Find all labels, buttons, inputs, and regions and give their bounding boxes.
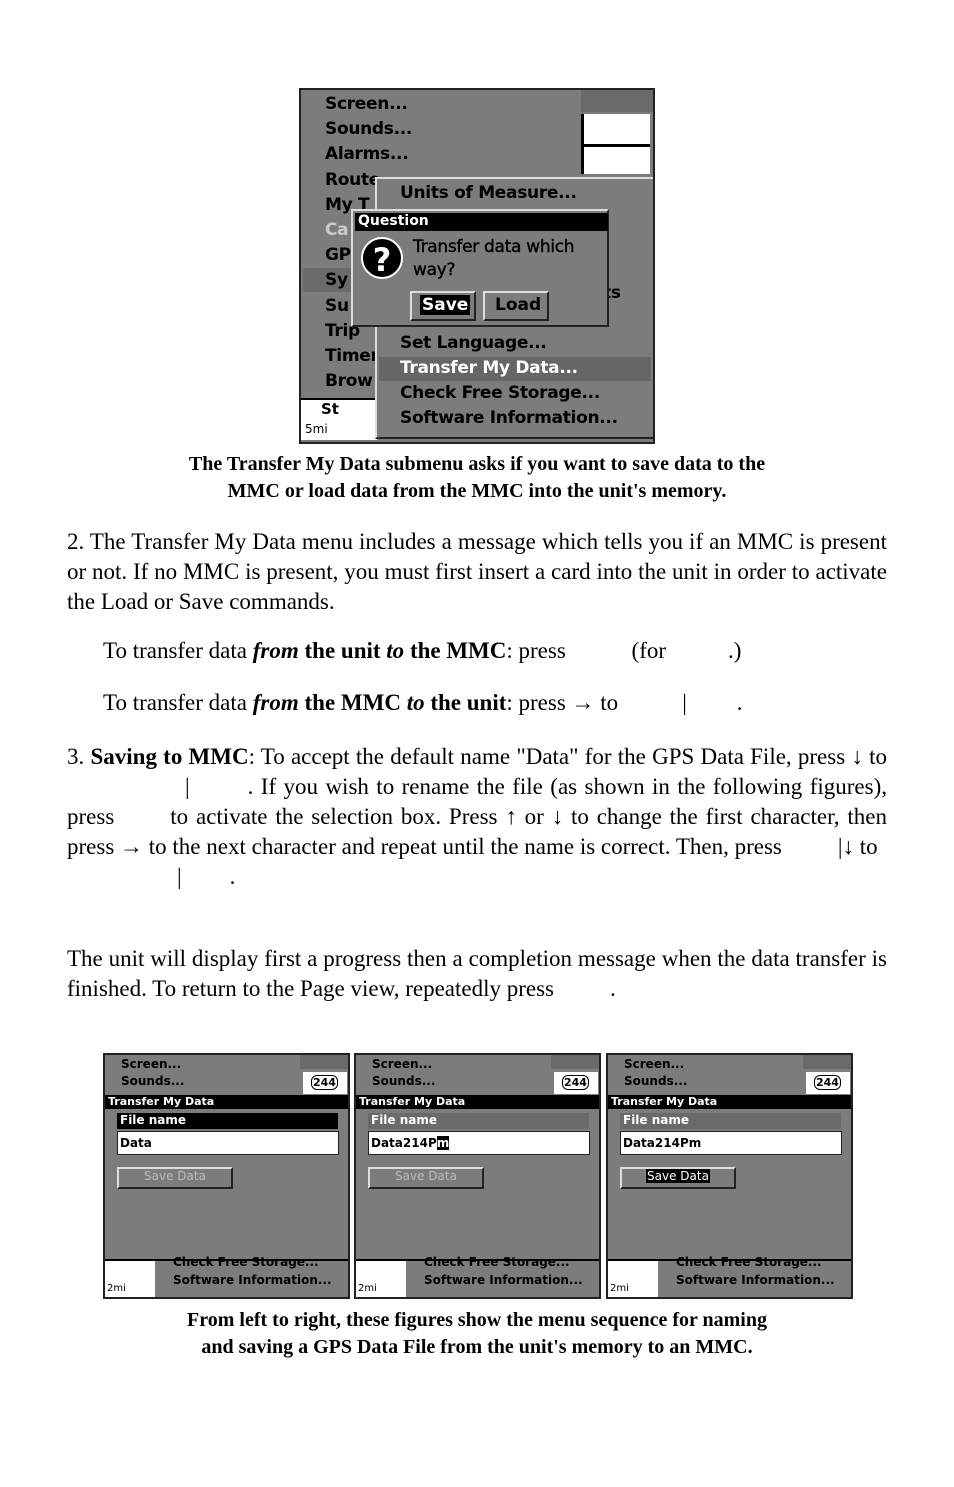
caption-line: From left to right, these figures show t… (187, 1309, 767, 1331)
instruction-save: To transfer data from the unit to the MM… (103, 638, 742, 663)
save-button[interactable]: Save (410, 291, 476, 321)
question-icon: ? (361, 237, 403, 279)
caption-line: MMC or load data from the MMC into the u… (227, 480, 727, 502)
map-thumbnail: 2mi (608, 1261, 658, 1297)
file-name-input[interactable]: Data214Pm (620, 1131, 842, 1155)
save-data-button[interactable]: Save Data (368, 1167, 484, 1189)
caption-line: and saving a GPS Data File from the unit… (201, 1336, 753, 1358)
transfer-screenshot: Screen... Sounds... 244 Transfer My Data… (354, 1053, 601, 1299)
route-badge: 244 (562, 1075, 589, 1090)
map-label: St (321, 400, 339, 418)
dialog-title: Transfer My Data (356, 1095, 599, 1109)
file-name-value: Data214P (371, 1136, 437, 1150)
route-badge: 244 (814, 1075, 841, 1090)
save-data-label: Save Data (395, 1169, 457, 1183)
menu-item[interactable]: Check Free Storage... (173, 1255, 319, 1269)
menu-item[interactable]: Screen... (624, 1057, 684, 1071)
transfer-screenshot: Screen... Sounds... 244 Transfer My Data… (103, 1053, 350, 1299)
file-name-label: File name (620, 1113, 841, 1129)
caption-bottom: From left to right, these figures show t… (60, 1307, 894, 1361)
menu-item[interactable]: Sounds... (624, 1074, 687, 1088)
menu-item[interactable]: Software Information... (424, 1273, 583, 1287)
map-thumbnail: 2mi (356, 1261, 406, 1297)
map-thumbnail: St 5mi (301, 398, 377, 440)
scale-label: 2mi (358, 1283, 377, 1294)
map-window (581, 114, 650, 174)
route-badge: 244 (311, 1075, 338, 1090)
save-data-button[interactable]: Save Data (117, 1167, 233, 1189)
file-name-label: File name (368, 1113, 589, 1129)
file-name-value: Data214Pm (623, 1136, 702, 1150)
menu-item[interactable]: Ca (325, 220, 349, 240)
menu-item[interactable]: Check Free Storage... (676, 1255, 822, 1269)
submenu-item-software[interactable]: Software Information... (400, 408, 618, 428)
scale-label: 2mi (610, 1283, 629, 1294)
menu-item[interactable]: Sounds... (325, 119, 412, 139)
caption-line: The Transfer My Data submenu asks if you… (188, 453, 766, 475)
save-data-label: Save Data (646, 1169, 710, 1183)
scale-label: 5mi (305, 422, 328, 436)
menu-item[interactable]: Screen... (372, 1057, 432, 1071)
submenu-item-transfer[interactable]: Transfer My Data... (400, 358, 578, 378)
dialog-title: Transfer My Data (608, 1095, 851, 1109)
map-thumbnail: 2mi (105, 1261, 155, 1297)
menu-item[interactable]: Screen... (121, 1057, 181, 1071)
save-data-button[interactable]: Save Data (620, 1167, 736, 1189)
menu-item[interactable]: Software Information... (676, 1273, 835, 1287)
menu-item[interactable]: Su (325, 296, 349, 316)
instruction-load: To transfer data from the MMC to the uni… (103, 690, 743, 715)
paragraph-3: 3. Saving to MMC: To accept the default … (67, 744, 887, 889)
submenu-item-storage[interactable]: Check Free Storage... (400, 383, 600, 403)
menu-item[interactable]: GP (325, 245, 351, 265)
load-button-label: Load (495, 295, 542, 315)
menu-item[interactable]: Software Information... (173, 1273, 332, 1287)
dialog-title: Transfer My Data (105, 1095, 348, 1109)
scale-label: 2mi (107, 1283, 126, 1294)
text-cursor: m (436, 1136, 450, 1150)
transfer-screenshot: Screen... Sounds... 244 Transfer My Data… (606, 1053, 853, 1299)
save-data-label: Save Data (144, 1169, 206, 1183)
file-name-input[interactable]: Data214Pm (368, 1131, 590, 1155)
menu-item[interactable]: Timer (325, 346, 379, 366)
header-strip (581, 90, 653, 112)
file-name-label: File name (117, 1113, 338, 1129)
paragraph-4: The unit will display first a progress t… (67, 946, 887, 1001)
file-name-input[interactable]: Data (117, 1131, 339, 1155)
dialog-title: Question (355, 213, 608, 231)
menu-item[interactable]: Brow (325, 371, 373, 391)
caption-top: The Transfer My Data submenu asks if you… (60, 451, 894, 505)
question-dialog: Question ? Transfer data which way? Save… (351, 209, 609, 327)
submenu-item-units[interactable]: Units of Measure... (400, 183, 577, 203)
menu-item[interactable]: Check Free Storage... (424, 1255, 570, 1269)
save-button-label: Save (420, 295, 471, 315)
file-name-value: Data (120, 1136, 152, 1150)
menu-item[interactable]: Sounds... (372, 1074, 435, 1088)
paragraph-2: 2. The Transfer My Data menu includes a … (67, 529, 887, 614)
dialog-message-1: Transfer data which (413, 237, 575, 257)
load-button[interactable]: Load (483, 291, 549, 321)
menu-item[interactable]: Sounds... (121, 1074, 184, 1088)
submenu-item-language[interactable]: Set Language... (400, 333, 547, 353)
menu-item[interactable]: Alarms... (325, 144, 409, 164)
menu-screenshot: Screen... Sounds... Alarms... Route My T Ca GP… (299, 88, 655, 444)
menu-item[interactable]: Route (325, 170, 380, 190)
menu-item[interactable]: Screen... (325, 94, 408, 114)
dialog-message-2: way? (413, 260, 456, 280)
menu-item[interactable]: Sy (325, 270, 348, 290)
